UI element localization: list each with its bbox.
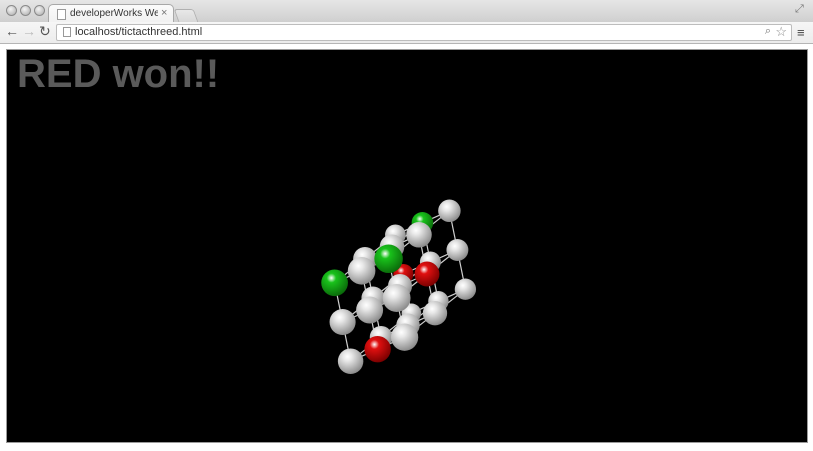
board-cell-white[interactable] [406, 222, 432, 248]
board-cell-white[interactable] [438, 199, 461, 223]
board-cell-white[interactable] [337, 348, 364, 374]
minimize-window-button[interactable] [20, 5, 31, 16]
address-bar[interactable]: localhost/tictacthreed.html ⌕ ☆ [56, 24, 792, 41]
board-cell-white[interactable] [454, 278, 477, 300]
browser-toolbar: ← → ↻ localhost/tictacthreed.html ⌕ ☆ ≡ [0, 22, 813, 44]
board-cell-green[interactable] [321, 269, 348, 297]
browser-tab[interactable]: developerWorks WebGL Ti × [48, 4, 174, 23]
board-cell-white[interactable] [382, 284, 411, 312]
fullscreen-icon[interactable]: ⤢ [795, 3, 804, 16]
bookmark-star-icon[interactable]: ☆ [775, 24, 787, 40]
forward-arrow-icon[interactable]: → [22, 23, 36, 39]
board-cell-red[interactable] [414, 261, 440, 287]
page-favicon-icon [57, 9, 66, 20]
board-cell-white[interactable] [329, 308, 356, 336]
chrome-menu-icon[interactable]: ≡ [797, 25, 805, 40]
zoom-icon[interactable]: ⌕ [765, 25, 771, 38]
url-text[interactable]: localhost/tictacthreed.html [75, 26, 202, 38]
tictactoe-3d-board[interactable] [7, 50, 807, 442]
board-cell-white[interactable] [390, 323, 419, 351]
window-titlebar: developerWorks WebGL Ti × ⤢ [0, 0, 813, 23]
page-content: RED won!! [0, 44, 813, 451]
close-window-button[interactable] [6, 5, 17, 16]
reload-icon[interactable]: ↻ [39, 23, 51, 40]
board-cell-white[interactable] [356, 296, 384, 324]
board-cell-white[interactable] [422, 301, 448, 326]
new-tab-button[interactable] [173, 9, 199, 22]
page-icon [63, 27, 71, 37]
game-status: RED won!! [17, 52, 220, 96]
board-cell-white[interactable] [347, 257, 376, 285]
back-arrow-icon[interactable]: ← [5, 23, 19, 39]
board-cell-green[interactable] [374, 244, 403, 274]
board-cell-red[interactable] [364, 336, 391, 363]
tab-title: developerWorks WebGL Ti [70, 8, 158, 19]
tab-close-icon[interactable]: × [161, 7, 167, 19]
webgl-canvas[interactable]: RED won!! [6, 49, 808, 443]
board-cell-white[interactable] [446, 239, 469, 261]
zoom-window-button[interactable] [34, 5, 45, 16]
